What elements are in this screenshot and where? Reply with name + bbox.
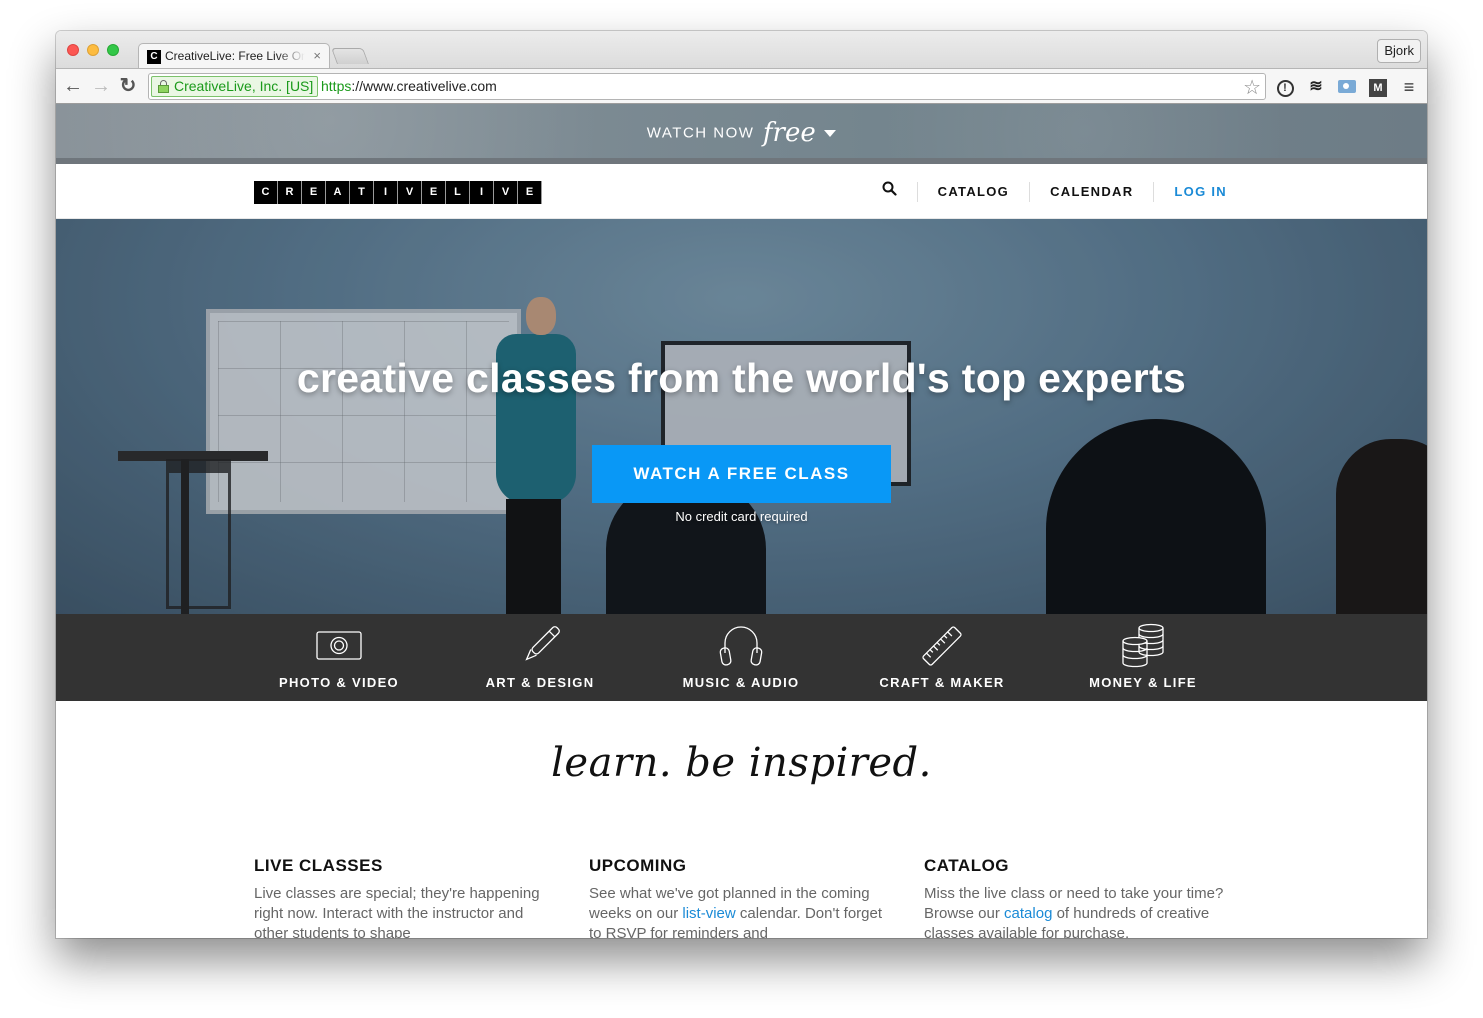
logo-letter: I [470, 181, 493, 204]
category-craft-maker[interactable]: CRAFT & MAKER [852, 614, 1032, 701]
new-tab-button[interactable] [331, 48, 369, 64]
info-column-upcoming: UPCOMING See what we've got planned in t… [589, 856, 889, 938]
chrome-menu-icon[interactable]: ≡ [1399, 77, 1419, 97]
tab-title: CreativeLive: Free Live Online [165, 49, 305, 63]
url-text[interactable]: https://www.creativelive.com [321, 78, 497, 94]
logo-letter: E [422, 181, 445, 204]
column-title: UPCOMING [589, 856, 687, 875]
logo-letter: E [302, 181, 325, 204]
favicon-icon: C [147, 50, 161, 64]
site-header: CREATIVELIVE CATALOG CALENDAR LOG IN [56, 164, 1427, 219]
browser-tab-active[interactable]: C CreativeLive: Free Live Online × [138, 43, 330, 69]
category-label: ART & DESIGN [485, 675, 595, 690]
creativelive-logo[interactable]: CREATIVELIVE [254, 181, 542, 204]
logo-letter: V [398, 181, 421, 204]
tab-close-icon[interactable]: × [313, 48, 321, 63]
column-body: See what we've got planned in the coming… [589, 885, 883, 938]
watch-now-label: WATCH NOW [646, 124, 755, 142]
logo-letter: V [494, 181, 517, 204]
logo-letter: A [326, 181, 349, 204]
buffer-extension-icon[interactable]: ≋ [1306, 77, 1326, 97]
column-body: Live classes are special; they're happen… [254, 885, 540, 938]
logo-letter: E [518, 181, 541, 204]
ev-certificate-label: CreativeLive, Inc. [US] [174, 78, 314, 94]
main-nav: CATALOG CALENDAR LOG IN [882, 164, 1227, 219]
browser-titlebar: C CreativeLive: Free Live Online × Bjork [56, 31, 1427, 69]
back-arrow-icon[interactable]: ← [61, 74, 85, 98]
category-music-audio[interactable]: MUSIC & AUDIO [651, 614, 831, 701]
catalog-link[interactable]: catalog [1004, 905, 1052, 922]
nav-catalog[interactable]: CATALOG [916, 181, 1029, 202]
profile-button[interactable]: Bjork [1377, 39, 1421, 63]
minimize-window-button[interactable] [87, 44, 99, 56]
logo-letter: C [254, 181, 277, 204]
camera-icon [316, 631, 362, 660]
free-script-label: free [762, 118, 816, 148]
column-title: CATALOG [924, 856, 1010, 875]
logo-letter: T [350, 181, 373, 204]
ev-certificate-badge[interactable]: CreativeLive, Inc. [US] [151, 76, 319, 97]
coins-icon [1122, 623, 1164, 668]
address-bar[interactable]: CreativeLive, Inc. [US] https://www.crea… [148, 73, 1266, 100]
column-title: LIVE CLASSES [254, 856, 383, 875]
hero-section: creative classes from the world's top ex… [56, 219, 1427, 614]
category-label: MUSIC & AUDIO [682, 675, 800, 690]
caret-down-icon [824, 129, 837, 137]
category-label: CRAFT & MAKER [879, 675, 1005, 690]
category-art-design[interactable]: ART & DESIGN [450, 614, 630, 701]
tagline: learn. be inspired. [551, 740, 932, 786]
watch-now-free-banner: WATCH NOW free [56, 104, 1427, 164]
logo-letter: I [374, 181, 397, 204]
watch-now-free-link[interactable]: WATCH NOW free [56, 118, 1427, 148]
browser-window: C CreativeLive: Free Live Online × Bjork… [56, 31, 1427, 938]
browser-toolbar: ← → ↻ CreativeLive, Inc. [US] https://ww… [56, 68, 1427, 104]
list-view-link[interactable]: list-view [682, 905, 735, 922]
info-column-catalog: CATALOG Miss the live class or need to t… [924, 856, 1224, 938]
nav-calendar[interactable]: CALENDAR [1029, 181, 1153, 202]
lock-icon [158, 80, 169, 93]
info-column-live-classes: LIVE CLASSES Live classes are special; t… [254, 856, 554, 938]
category-photo-video[interactable]: PHOTO & VIDEO [249, 614, 429, 701]
maximize-window-button[interactable] [107, 44, 119, 56]
logo-letter: R [278, 181, 301, 204]
no-credit-card-note: No credit card required [675, 509, 808, 524]
pen-icon [525, 626, 560, 661]
close-window-button[interactable] [67, 44, 79, 56]
bookmark-star-icon[interactable]: ☆ [1243, 75, 1261, 100]
hero-background-image [56, 219, 1427, 614]
category-bar: PHOTO & VIDEO ART & DESIGN MUSIC & AUDIO… [56, 614, 1427, 701]
forward-arrow-icon[interactable]: → [89, 74, 113, 98]
category-label: PHOTO & VIDEO [279, 675, 399, 690]
category-money-life[interactable]: MONEY & LIFE [1053, 614, 1233, 701]
mega-extension-icon[interactable]: M [1368, 77, 1388, 97]
column-body: Miss the live class or need to take your… [924, 885, 1224, 938]
watch-free-class-button[interactable]: WATCH A FREE CLASS [592, 445, 891, 503]
web-page: WATCH NOW free CREATIVELIVE CATALOG CALE… [56, 104, 1427, 938]
headphones-icon [719, 626, 763, 666]
url-scheme: https [321, 78, 352, 94]
reload-icon[interactable]: ↻ [116, 74, 140, 98]
logo-letter: L [446, 181, 469, 204]
search-icon[interactable] [882, 181, 917, 202]
screenshot-extension-icon[interactable] [1337, 77, 1357, 97]
onepassword-extension-icon[interactable]: ! [1275, 77, 1295, 97]
category-label: MONEY & LIFE [1089, 675, 1197, 690]
url-host: ://www.creativelive.com [351, 78, 497, 94]
nav-log-in[interactable]: LOG IN [1153, 181, 1227, 202]
ruler-icon [922, 626, 962, 666]
hero-title: creative classes from the world's top ex… [296, 355, 1187, 401]
